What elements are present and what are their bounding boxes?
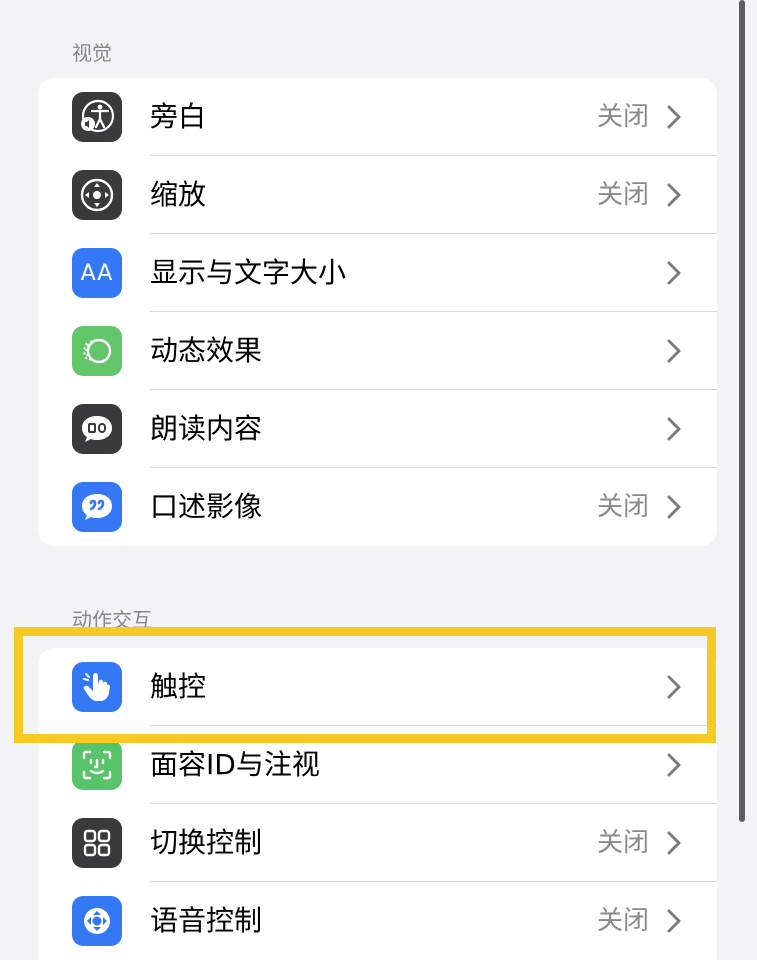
row-display-text-size[interactable]: AA 显示与文字大小 <box>38 234 717 312</box>
row-label: 显示与文字大小 <box>150 256 347 289</box>
motion-icon <box>72 326 122 376</box>
row-value: 关闭 <box>596 492 649 522</box>
spoken-content-icon <box>72 404 122 454</box>
voiceover-icon <box>72 92 122 142</box>
zoom-icon <box>72 170 122 220</box>
vision-settings-group: 旁白 关闭 缩放 关闭 AA 显示与文字大小 动态效果 朗读内容 口述影像 关闭 <box>38 78 717 546</box>
text-size-icon: AA <box>72 248 122 298</box>
row-label: 旁白 <box>150 100 207 133</box>
interaction-settings-group: 触控 面容ID与注视 切换控制 关闭 语音控制 关闭 <box>38 648 717 960</box>
row-label: 动态效果 <box>150 334 263 367</box>
chevron-right-icon <box>667 417 681 441</box>
row-label: 切换控制 <box>150 826 263 859</box>
chevron-right-icon <box>667 909 681 933</box>
row-motion[interactable]: 动态效果 <box>38 312 717 390</box>
row-value: 关闭 <box>596 180 649 210</box>
chevron-right-icon <box>667 339 681 363</box>
scrollbar[interactable] <box>739 0 745 822</box>
audio-description-icon <box>72 482 122 532</box>
chevron-right-icon <box>667 495 681 519</box>
voice-control-icon <box>72 896 122 946</box>
row-label: 触控 <box>150 670 207 703</box>
section-header-vision: 视觉 <box>72 41 112 65</box>
chevron-right-icon <box>667 183 681 207</box>
row-label: 面容ID与注视 <box>150 748 320 781</box>
row-value: 关闭 <box>596 906 649 936</box>
row-zoom[interactable]: 缩放 关闭 <box>38 156 717 234</box>
row-spoken-content[interactable]: 朗读内容 <box>38 390 717 468</box>
touch-hand-icon <box>72 662 122 712</box>
row-label: 口述影像 <box>150 490 263 523</box>
chevron-right-icon <box>667 831 681 855</box>
aa-glyph: AA <box>80 260 114 286</box>
chevron-right-icon <box>667 753 681 777</box>
row-audio-descriptions[interactable]: 口述影像 关闭 <box>38 468 717 546</box>
chevron-right-icon <box>667 261 681 285</box>
row-label: 语音控制 <box>150 904 263 937</box>
row-face-id-attention[interactable]: 面容ID与注视 <box>38 726 717 804</box>
row-voiceover[interactable]: 旁白 关闭 <box>38 78 717 156</box>
row-value: 关闭 <box>596 828 649 858</box>
row-touch[interactable]: 触控 <box>38 648 717 726</box>
face-id-icon <box>72 740 122 790</box>
row-switch-control[interactable]: 切换控制 关闭 <box>38 804 717 882</box>
chevron-right-icon <box>667 675 681 699</box>
row-label: 朗读内容 <box>150 412 263 445</box>
chevron-right-icon <box>667 105 681 129</box>
switch-control-icon <box>72 818 122 868</box>
row-label: 缩放 <box>150 178 207 211</box>
section-header-interaction: 动作交互 <box>72 608 152 632</box>
row-voice-control[interactable]: 语音控制 关闭 <box>38 882 717 960</box>
row-value: 关闭 <box>596 102 649 132</box>
